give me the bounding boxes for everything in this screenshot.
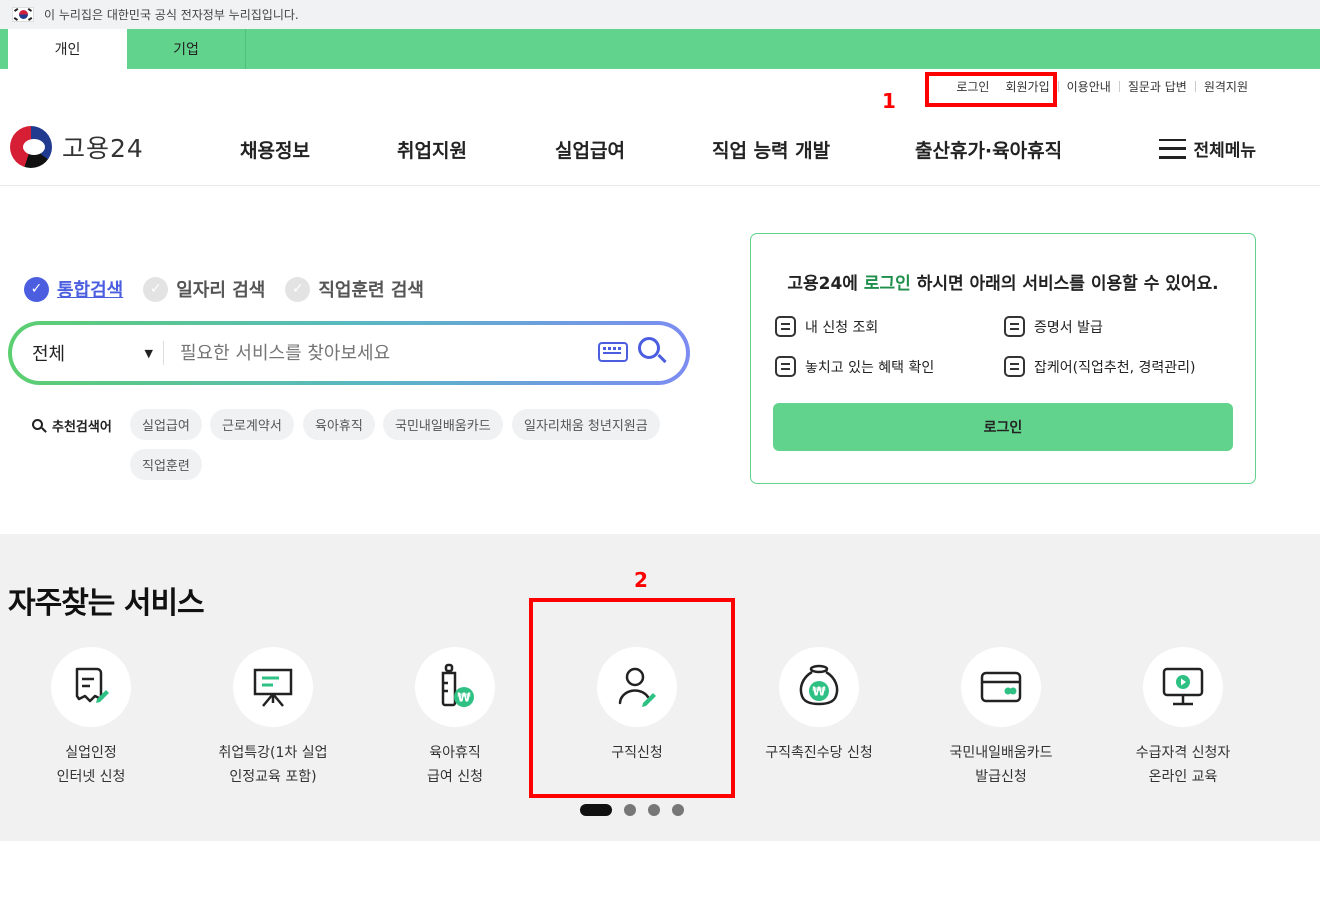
taeguk-logo-icon	[10, 126, 52, 168]
section-title: 자주찾는 서비스	[8, 586, 205, 621]
search-icon[interactable]	[638, 337, 667, 365]
pager-dot-active[interactable]	[580, 804, 612, 816]
service-label: 수급자격 신청자	[1135, 745, 1231, 761]
nav-unemployment-benefit[interactable]: 실업급여	[555, 136, 625, 163]
jobcare-item: 잡케어(직업추천, 경력관리)	[1004, 356, 1196, 377]
service-employment-lecture[interactable]: 취업특강(1차 실업인정교육 포함)	[182, 647, 364, 789]
list-check-icon	[775, 316, 796, 337]
annotation-number-2: 2	[634, 568, 648, 592]
hamburger-icon	[1159, 138, 1187, 159]
keyword-chip[interactable]: 일자리채움 청년지원금	[512, 409, 660, 440]
pager-dot[interactable]	[648, 804, 660, 816]
audience-tab-strip: 개인 기업	[0, 29, 1320, 69]
login-card: 고용24에 로그인 하시면 아래의 서비스를 이용할 수 있어요. 내 신청 조…	[750, 233, 1256, 484]
pager-dot[interactable]	[672, 804, 684, 816]
carousel-pager	[580, 804, 684, 816]
tab-label: 직업훈련 검색	[318, 280, 424, 301]
tab-job-search[interactable]: ✓ 일자리 검색	[143, 276, 265, 302]
annotation-number-1: 1	[882, 89, 896, 113]
login-button[interactable]: 로그인	[773, 403, 1233, 451]
document-pen-icon	[75, 667, 109, 703]
keyword-chip[interactable]: 실업급여	[130, 409, 202, 440]
printer-icon	[1004, 316, 1025, 337]
service-label: 인터넷 신청	[56, 769, 126, 785]
service-label: 발급신청	[975, 769, 1027, 785]
baby-bottle-won-icon: ₩	[441, 663, 474, 707]
nav-parental-leave[interactable]: 출산휴가·육아휴직	[915, 136, 1062, 163]
monitor-play-icon	[1162, 667, 1204, 706]
service-unemployment-recognition[interactable]: 실업인정인터넷 신청	[0, 647, 182, 789]
service-online-education[interactable]: 수급자격 신청자온라인 교육	[1092, 647, 1274, 789]
check-circle-icon: ✓	[143, 276, 169, 302]
search-icon	[32, 418, 47, 433]
service-label: 육아휴직	[429, 745, 481, 761]
document-search-icon	[775, 356, 796, 377]
qna-link[interactable]: 질문과 답변	[1120, 78, 1195, 95]
search-box: 전체 ▼	[8, 321, 690, 385]
check-circle-icon: ✓	[24, 276, 49, 302]
tab-label: 통합검색	[57, 280, 124, 301]
service-label: 국민내일배움카드	[949, 745, 1053, 761]
tab-integrated-search[interactable]: ✓ 통합검색	[24, 276, 123, 302]
my-applications-item: 내 신청 조회	[775, 316, 878, 337]
certificate-issue-item: 증명서 발급	[1004, 316, 1103, 337]
keyword-chip[interactable]: 육아휴직	[303, 409, 375, 440]
gov-banner: 이 누리집은 대한민국 공식 전자정부 누리집입니다.	[0, 0, 1320, 29]
keyword-chip[interactable]: 근로계약서	[210, 409, 294, 440]
search-category-select[interactable]: 전체 ▼	[12, 341, 164, 365]
search-category-value: 전체	[32, 344, 66, 365]
tab-enterprise[interactable]: 기업	[127, 29, 246, 69]
highlight-box-2	[529, 598, 735, 798]
virtual-keyboard-icon[interactable]	[598, 342, 628, 362]
service-job-promotion-allowance[interactable]: ₩ 구직촉진수당 신청	[728, 647, 910, 765]
remote-support-link[interactable]: 원격지원	[1196, 78, 1256, 95]
money-bag-won-icon: ₩	[799, 664, 839, 706]
card-icon	[980, 671, 1022, 703]
tab-label: 일자리 검색	[176, 280, 266, 301]
service-label: 급여 신청	[427, 769, 483, 785]
missed-benefits-item: 놓치고 있는 혜택 확인	[775, 356, 934, 377]
service-label: 취업특강(1차 실업	[218, 745, 328, 761]
svg-text:₩: ₩	[812, 685, 826, 699]
service-parental-leave-benefit[interactable]: ₩ 육아휴직급여 신청	[364, 647, 546, 789]
nav-job-info[interactable]: 채용정보	[240, 136, 310, 163]
search-input[interactable]	[180, 342, 580, 364]
tab-training-search[interactable]: ✓ 직업훈련 검색	[285, 276, 424, 302]
service-learning-card-issue[interactable]: 국민내일배움카드발급신청	[910, 647, 1092, 789]
tab-personal[interactable]: 개인	[8, 29, 127, 69]
site-logo[interactable]: 고용24	[10, 126, 144, 168]
korea-flag-icon	[12, 7, 34, 22]
nav-employment-support[interactable]: 취업지원	[397, 136, 467, 163]
gov-banner-text: 이 누리집은 대한민국 공식 전자정부 누리집입니다.	[44, 8, 299, 22]
service-label: 실업인정	[65, 745, 117, 761]
service-label: 인정교육 포함)	[229, 769, 317, 785]
svg-text:₩: ₩	[457, 691, 471, 705]
recommended-label-text: 추천검색어	[52, 420, 112, 435]
login-card-title: 고용24에 로그인 하시면 아래의 서비스를 이용할 수 있어요.	[787, 274, 1219, 294]
usage-guide-link[interactable]: 이용안내	[1059, 78, 1119, 95]
clipboard-clock-icon	[1004, 356, 1025, 377]
service-label: 온라인 교육	[1148, 769, 1218, 785]
highlight-box-1	[925, 72, 1057, 107]
logo-text: 고용24	[62, 134, 144, 163]
service-label: 구직촉진수당 신청	[765, 745, 873, 761]
all-menu-label: 전체메뉴	[1193, 141, 1256, 161]
search-type-tabs: ✓ 통합검색 ✓ 일자리 검색 ✓ 직업훈련 검색	[24, 276, 444, 302]
nav-vocational-training[interactable]: 직업 능력 개발	[712, 136, 830, 163]
recommended-keywords-label: 추천검색어	[32, 416, 112, 435]
all-menu-button[interactable]: 전체메뉴	[1159, 136, 1256, 161]
keyword-chip[interactable]: 직업훈련	[130, 449, 202, 480]
pager-dot[interactable]	[624, 804, 636, 816]
keyword-chip[interactable]: 국민내일배움카드	[383, 409, 503, 440]
check-circle-icon: ✓	[285, 276, 311, 302]
presentation-board-icon	[253, 668, 293, 707]
caret-down-icon: ▼	[144, 346, 153, 360]
main-header: 고용24 채용정보 취업지원 실업급여 직업 능력 개발 출산휴가·육아휴직 전…	[0, 112, 1320, 186]
